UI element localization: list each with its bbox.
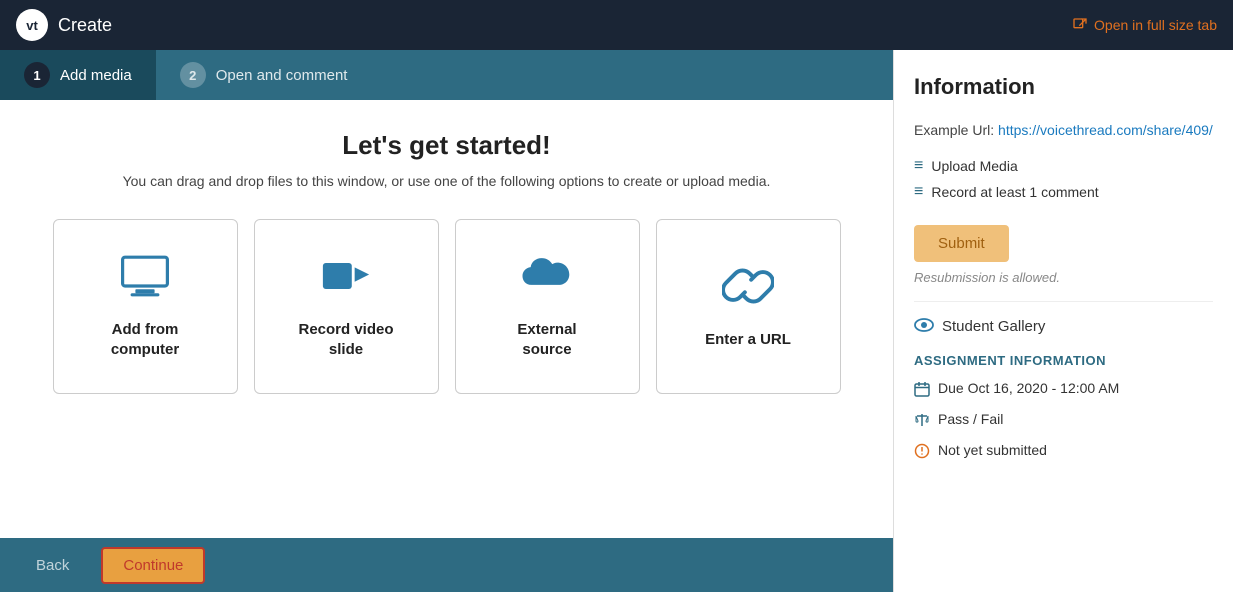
continue-button[interactable]: Continue bbox=[101, 547, 205, 584]
grading-text: Pass / Fail bbox=[938, 411, 1003, 427]
nav-left: vt Create bbox=[16, 9, 112, 41]
right-panel: Information Example Url: https://voiceth… bbox=[893, 50, 1233, 592]
step-2[interactable]: 2 Open and comment bbox=[156, 50, 372, 100]
computer-card-label: Add fromcomputer bbox=[111, 320, 179, 359]
step-2-number: 2 bbox=[180, 62, 206, 88]
example-url-link[interactable]: https://voicethread.com/share/409/ bbox=[998, 122, 1213, 138]
video-card-label: Record videoslide bbox=[298, 320, 393, 359]
main-title: Let's get started! bbox=[342, 130, 550, 161]
link-icon bbox=[722, 264, 774, 316]
video-icon bbox=[320, 254, 372, 306]
external-card-label: Externalsource bbox=[517, 320, 576, 359]
checklist-record-comment: ≡ Record at least 1 comment bbox=[914, 183, 1213, 201]
main-subtitle: You can drag and drop files to this wind… bbox=[123, 173, 771, 189]
top-nav: vt Create Open in full size tab bbox=[0, 0, 1233, 50]
scale-icon bbox=[914, 412, 930, 432]
nav-title: Create bbox=[58, 15, 112, 36]
external-source-card[interactable]: Externalsource bbox=[455, 219, 640, 394]
example-url-label: Example Url: bbox=[914, 122, 994, 138]
vt-logo: vt bbox=[16, 9, 48, 41]
left-panel: 1 Add media 2 Open and comment Let's get… bbox=[0, 50, 893, 592]
eye-icon bbox=[914, 316, 934, 337]
main-layout: 1 Add media 2 Open and comment Let's get… bbox=[0, 50, 1233, 592]
example-url-row: Example Url: https://voicethread.com/sha… bbox=[914, 120, 1213, 141]
status-icon bbox=[914, 443, 930, 463]
step-2-label: Open and comment bbox=[216, 67, 348, 84]
record-video-card[interactable]: Record videoslide bbox=[254, 219, 439, 394]
enter-url-card[interactable]: Enter a URL bbox=[656, 219, 841, 394]
submission-status-row: Not yet submitted bbox=[914, 442, 1213, 463]
due-date-text: Due Oct 16, 2020 - 12:00 AM bbox=[938, 380, 1119, 396]
checklist-upload-media: ≡ Upload Media bbox=[914, 157, 1213, 175]
list-icon-2: ≡ bbox=[914, 183, 923, 201]
due-date-row: Due Oct 16, 2020 - 12:00 AM bbox=[914, 380, 1213, 401]
resubmission-text: Resubmission is allowed. bbox=[914, 270, 1213, 285]
student-gallery-row[interactable]: Student Gallery bbox=[914, 301, 1213, 337]
url-card-label: Enter a URL bbox=[705, 330, 791, 350]
step-1-number: 1 bbox=[24, 62, 50, 88]
step-1-label: Add media bbox=[60, 67, 132, 84]
calendar-icon bbox=[914, 381, 930, 401]
checklist-label-2: Record at least 1 comment bbox=[931, 184, 1098, 200]
student-gallery-label: Student Gallery bbox=[942, 318, 1045, 335]
list-icon-1: ≡ bbox=[914, 157, 923, 175]
cloud-icon bbox=[521, 254, 573, 306]
external-link-icon bbox=[1072, 17, 1088, 33]
upload-options: Add fromcomputer Record videoslide bbox=[53, 219, 841, 394]
submission-status-text: Not yet submitted bbox=[938, 442, 1047, 458]
steps-bar: 1 Add media 2 Open and comment bbox=[0, 50, 893, 100]
submit-button[interactable]: Submit bbox=[914, 225, 1009, 262]
add-from-computer-card[interactable]: Add fromcomputer bbox=[53, 219, 238, 394]
info-title: Information bbox=[914, 74, 1213, 100]
grading-row: Pass / Fail bbox=[914, 411, 1213, 432]
checklist-label-1: Upload Media bbox=[931, 158, 1017, 174]
open-full-size-tab-link[interactable]: Open in full size tab bbox=[1072, 17, 1217, 33]
content-area: Let's get started! You can drag and drop… bbox=[0, 100, 893, 538]
assignment-info-title: ASSIGNMENT INFORMATION bbox=[914, 353, 1213, 368]
bottom-bar: Back Continue bbox=[0, 538, 893, 592]
step-1[interactable]: 1 Add media bbox=[0, 50, 156, 100]
back-button[interactable]: Back bbox=[20, 549, 85, 582]
computer-icon bbox=[119, 254, 171, 306]
